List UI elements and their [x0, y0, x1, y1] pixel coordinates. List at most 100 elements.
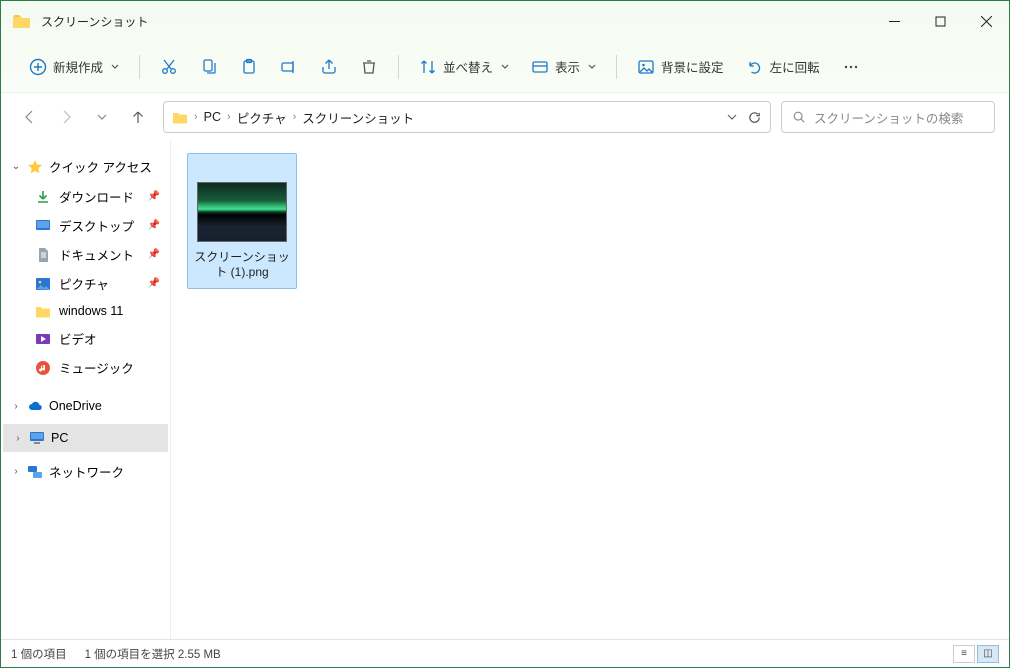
folder-icon [13, 13, 31, 29]
file-name: スクリーンショット (1).png [192, 248, 292, 284]
video-icon [35, 331, 51, 347]
separator [139, 55, 140, 79]
sidebar-item-video[interactable]: ビデオ [5, 324, 166, 353]
chevron-down-icon [111, 63, 119, 71]
status-count: 1 個の項目 [11, 646, 67, 662]
chevron-right-icon: › [11, 401, 21, 412]
file-item[interactable]: スクリーンショット (1).png [187, 153, 297, 289]
icons-view-button[interactable]: ◫ [977, 645, 999, 663]
network-icon [27, 464, 43, 480]
share-icon [320, 58, 338, 76]
paste-icon [240, 58, 258, 76]
cloud-icon [27, 398, 43, 414]
share-button[interactable] [310, 52, 348, 82]
more-button[interactable] [832, 52, 870, 82]
document-icon [35, 247, 51, 263]
pin-icon: 📌 [148, 278, 160, 289]
chevron-down-icon: ⌄ [11, 161, 21, 172]
chevron-down-icon [588, 63, 596, 71]
cut-button[interactable] [150, 52, 188, 82]
sidebar-item-desktop[interactable]: デスクトップ 📌 [5, 211, 166, 240]
navbar: › PC› ピクチャ› スクリーンショット スクリーンショットの検索 [1, 93, 1009, 141]
sidebar-network[interactable]: › ネットワーク [1, 456, 170, 487]
view-label: 表示 [555, 57, 580, 76]
pin-icon: 📌 [148, 249, 160, 260]
toolbar: 新規作成 並べ替え 表示 背景に設定 左に回転 [1, 41, 1009, 93]
view-button[interactable]: 表示 [521, 51, 606, 82]
folder-icon [35, 303, 51, 319]
search-placeholder: スクリーンショットの検索 [814, 108, 963, 127]
maximize-button[interactable] [917, 1, 963, 41]
sidebar-item-windows11[interactable]: windows 11 [5, 298, 166, 324]
rename-icon [280, 58, 298, 76]
folder-icon [172, 109, 188, 125]
sort-button[interactable]: 並べ替え [409, 51, 519, 82]
sidebar-label: OneDrive [49, 399, 102, 413]
music-icon [35, 360, 51, 376]
sidebar-label: ミュージック [59, 358, 134, 377]
background-label: 背景に設定 [661, 57, 724, 76]
download-icon [35, 189, 51, 205]
copy-button[interactable] [190, 52, 228, 82]
address-bar[interactable]: › PC› ピクチャ› スクリーンショット [163, 101, 771, 133]
chevron-down-icon [501, 63, 509, 71]
forward-button[interactable] [51, 102, 81, 132]
rotate-left-label: 左に回転 [770, 57, 820, 76]
trash-icon [360, 58, 378, 76]
rename-button[interactable] [270, 52, 308, 82]
pin-icon: 📌 [148, 191, 160, 202]
sidebar-label: ダウンロード [59, 187, 134, 206]
sidebar-label: windows 11 [59, 304, 123, 318]
sidebar-label: クイック アクセス [49, 157, 152, 176]
sidebar-label: PC [51, 431, 68, 445]
desktop-icon [35, 218, 51, 234]
sidebar-item-downloads[interactable]: ダウンロード 📌 [5, 182, 166, 211]
pin-icon: 📌 [148, 220, 160, 231]
crumb-current[interactable]: スクリーンショット [302, 108, 414, 127]
crumb-pictures[interactable]: ピクチャ› [237, 108, 297, 127]
scissors-icon [160, 58, 178, 76]
chevron-right-icon: › [13, 433, 23, 444]
pc-icon [29, 430, 45, 446]
delete-button[interactable] [350, 52, 388, 82]
up-button[interactable] [123, 102, 153, 132]
sidebar-label: ピクチャ [59, 274, 109, 293]
search-input[interactable]: スクリーンショットの検索 [781, 101, 995, 133]
titlebar: スクリーンショット [1, 1, 1009, 41]
file-list[interactable]: スクリーンショット (1).png [171, 141, 1009, 639]
sidebar-item-documents[interactable]: ドキュメント 📌 [5, 240, 166, 269]
chevron-down-icon[interactable] [727, 112, 737, 122]
recent-dropdown[interactable] [87, 102, 117, 132]
sidebar-label: ドキュメント [59, 245, 134, 264]
more-icon [842, 58, 860, 76]
sidebar-onedrive[interactable]: › OneDrive [1, 392, 170, 420]
status-selected: 1 個の項目を選択 2.55 MB [85, 646, 221, 662]
separator [616, 55, 617, 79]
sidebar-item-pictures[interactable]: ピクチャ 📌 [5, 269, 166, 298]
image-icon [637, 58, 655, 76]
back-button[interactable] [15, 102, 45, 132]
rotate-left-button[interactable]: 左に回転 [736, 51, 830, 82]
status-bar: 1 個の項目 1 個の項目を選択 2.55 MB ≡ ◫ [1, 639, 1009, 667]
set-background-button[interactable]: 背景に設定 [627, 51, 734, 82]
star-icon [27, 159, 43, 175]
chevron-right-icon: › [11, 466, 21, 477]
minimize-button[interactable] [871, 1, 917, 41]
rotate-left-icon [746, 58, 764, 76]
sidebar-label: デスクトップ [59, 216, 134, 235]
search-icon [792, 110, 806, 124]
refresh-button[interactable] [747, 110, 762, 125]
sidebar-label: ネットワーク [49, 462, 124, 481]
sidebar-item-music[interactable]: ミュージック [5, 353, 166, 382]
window-title: スクリーンショット [41, 13, 871, 30]
paste-button[interactable] [230, 52, 268, 82]
sidebar-pc[interactable]: › PC [3, 424, 168, 452]
crumb-pc[interactable]: PC› [204, 110, 231, 124]
new-button[interactable]: 新規作成 [19, 51, 129, 82]
details-view-button[interactable]: ≡ [953, 645, 975, 663]
close-button[interactable] [963, 1, 1009, 41]
separator [398, 55, 399, 79]
sidebar-quick-access[interactable]: ⌄ クイック アクセス [1, 151, 170, 182]
copy-icon [200, 58, 218, 76]
sort-icon [419, 58, 437, 76]
